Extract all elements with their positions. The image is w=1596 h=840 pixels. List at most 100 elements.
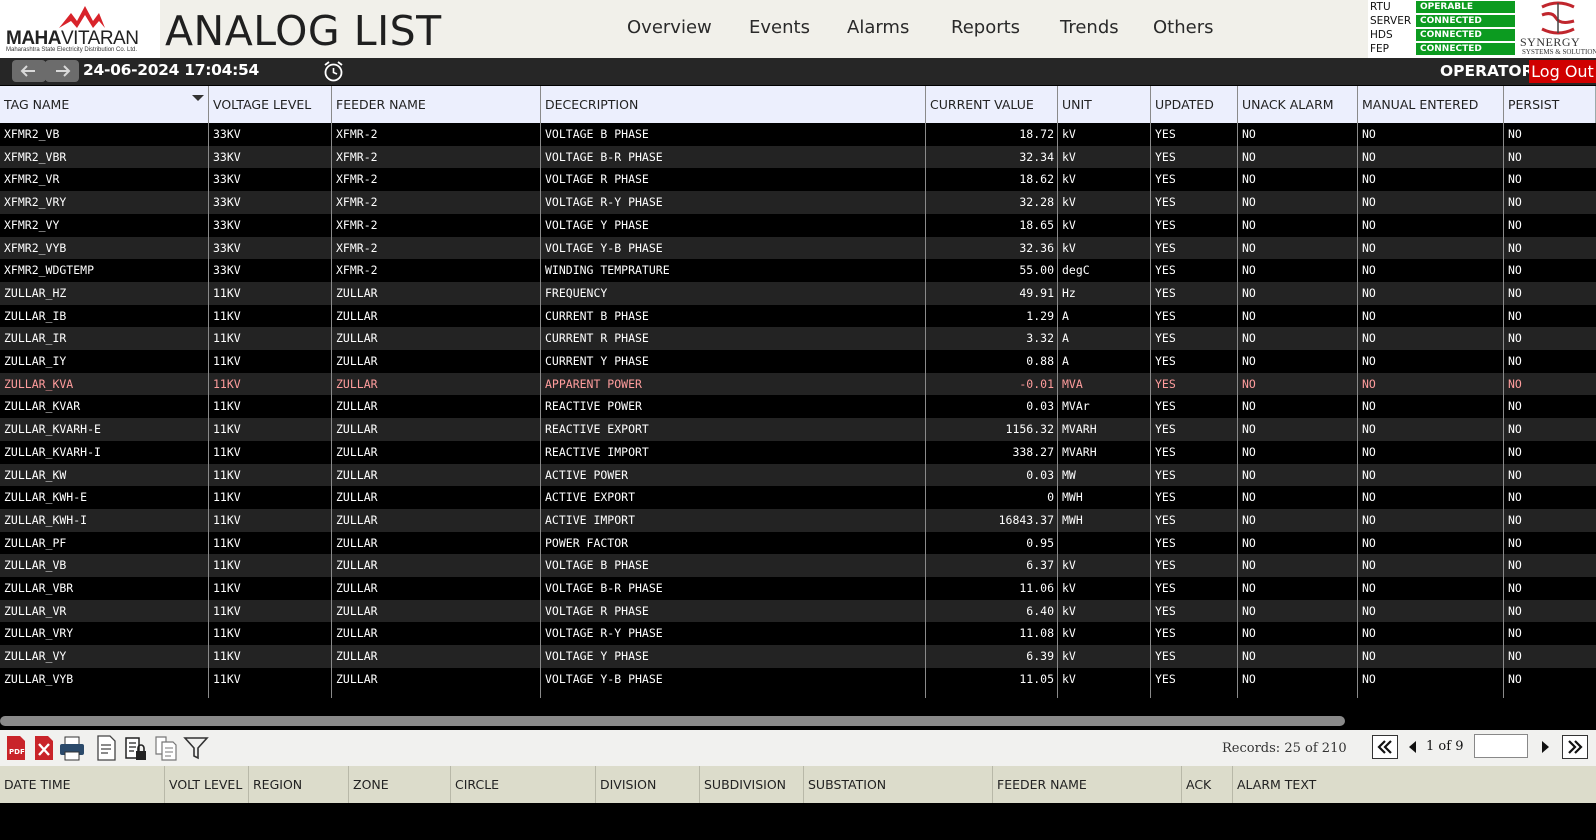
cell-unack-alarm: NO [1242, 444, 1256, 459]
cell-description: ACTIVE EXPORT [545, 490, 636, 505]
cell-unack-alarm: NO [1242, 217, 1256, 232]
header-col-persist[interactable]: PERSIST [1504, 86, 1596, 123]
cell-current-value: 32.36 [1019, 240, 1054, 255]
alarm-header-subdivision[interactable]: SUBDIVISION [700, 766, 804, 803]
report-icon[interactable] [92, 734, 120, 762]
alarm-header-ack[interactable]: ACK [1182, 766, 1233, 803]
header-col-unit[interactable]: UNIT [1058, 86, 1151, 123]
cell-feeder-name: ZULLAR [336, 308, 378, 323]
cell-current-value: 6.37 [1026, 558, 1054, 573]
cell-voltage-level: 33KV [213, 195, 241, 210]
cell-persist: NO [1508, 626, 1522, 641]
nav-others[interactable]: Others [1153, 17, 1214, 38]
cell-updated: YES [1155, 308, 1176, 323]
cell-updated: YES [1155, 671, 1176, 686]
cell-persist: NO [1508, 308, 1522, 323]
print-icon[interactable] [58, 734, 86, 762]
prev-page-button[interactable] [1400, 735, 1426, 759]
cell-unack-alarm: NO [1242, 376, 1256, 391]
horizontal-scrollbar[interactable] [0, 716, 1345, 726]
header-col-voltage-level[interactable]: VOLTAGE LEVEL [209, 86, 332, 123]
cell-tag-name: ZULLAR_KWH-I [4, 512, 88, 527]
first-page-button[interactable] [1372, 735, 1398, 759]
cell-tag-name: ZULLAR_VB [4, 558, 67, 573]
header-col-description[interactable]: DECECRIPTION [541, 86, 926, 123]
cell-updated: YES [1155, 649, 1176, 664]
header-col-current-value[interactable]: CURRENT VALUE [926, 86, 1058, 123]
alarm-header-substation[interactable]: SUBSTATION [804, 766, 993, 803]
excel-icon[interactable] [30, 734, 58, 762]
alarm-header-alarm-text[interactable]: ALARM TEXT [1233, 766, 1596, 803]
logout-button[interactable]: Log Out [1529, 60, 1596, 83]
cell-voltage-level: 11KV [213, 399, 241, 414]
cell-persist: NO [1508, 422, 1522, 437]
header-col-updated[interactable]: UPDATED [1151, 86, 1238, 123]
cell-unack-alarm: NO [1242, 581, 1256, 595]
page-number-input[interactable] [1474, 734, 1528, 758]
nav-reports[interactable]: Reports [951, 17, 1020, 38]
cell-updated: YES [1155, 444, 1176, 459]
sort-desc-icon[interactable] [192, 95, 204, 101]
cell-feeder-name: ZULLAR [336, 671, 378, 686]
cell-current-value: 18.65 [1019, 217, 1054, 232]
cell-voltage-level: 11KV [213, 603, 241, 618]
triangle-left-icon [1409, 741, 1416, 753]
cell-manual-entered: NO [1362, 149, 1376, 164]
alarm-header-division[interactable]: DIVISION [596, 766, 700, 803]
double-chevron-right-icon [1568, 740, 1583, 754]
lock-report-icon[interactable] [122, 734, 150, 762]
nav-overview[interactable]: Overview [627, 17, 712, 38]
copy-icon[interactable] [152, 734, 180, 762]
alarm-header-feeder-name[interactable]: FEEDER NAME [993, 766, 1182, 803]
cell-manual-entered: NO [1362, 240, 1376, 255]
last-page-button[interactable] [1562, 735, 1588, 759]
cell-unit: A [1062, 354, 1069, 368]
logo-brand-light: VITARAN [61, 28, 139, 49]
alarm-header-circle[interactable]: CIRCLE [451, 766, 596, 803]
cell-unack-alarm: NO [1242, 127, 1256, 141]
cell-manual-entered: NO [1362, 285, 1376, 300]
next-page-button[interactable] [1532, 735, 1558, 759]
cell-manual-entered: NO [1362, 467, 1376, 482]
cell-unack-alarm: NO [1242, 603, 1256, 618]
alarm-header-date-time[interactable]: DATE TIME [0, 766, 165, 803]
page-total: 9 [1455, 739, 1464, 754]
cell-unack-alarm: NO [1242, 467, 1256, 482]
cell-unit: kV [1062, 558, 1076, 573]
column-divider [331, 86, 332, 698]
column-divider [925, 86, 926, 698]
alarm-header-region[interactable]: REGION [249, 766, 349, 803]
cell-persist: NO [1508, 376, 1522, 391]
cell-tag-name: ZULLAR_VY [4, 649, 67, 664]
svg-text:PDF: PDF [9, 748, 25, 756]
page-indicator: 1 of 9 [1426, 735, 1463, 759]
filter-icon[interactable] [182, 734, 210, 762]
back-button[interactable] [12, 60, 46, 82]
cell-updated: YES [1155, 422, 1176, 437]
alarm-header-zone[interactable]: ZONE [349, 766, 451, 803]
status-server: SERVER CONNECTED [1368, 14, 1518, 28]
nav-trends[interactable]: Trends [1060, 17, 1119, 38]
page-current: 1 [1426, 739, 1435, 754]
logo-subtitle: Maharashtra State Electricity Distributi… [6, 47, 138, 53]
nav-events[interactable]: Events [749, 17, 810, 38]
cell-description: VOLTAGE R-Y PHASE [545, 626, 663, 641]
header-col-feeder-name[interactable]: FEEDER NAME [332, 86, 541, 123]
alarm-header-volt-level[interactable]: VOLT LEVEL [165, 766, 249, 803]
header-col-manual-entered[interactable]: MANUAL ENTERED [1358, 86, 1504, 123]
cell-updated: YES [1155, 127, 1176, 141]
alarm-clock-icon[interactable] [322, 60, 345, 83]
header-col-tag-name[interactable]: TAG NAME [0, 86, 209, 123]
cell-voltage-level: 11KV [213, 490, 241, 505]
cell-current-value: 338.27 [1012, 444, 1054, 459]
header-col-unack-alarm[interactable]: UNACK ALARM [1238, 86, 1358, 123]
cell-updated: YES [1155, 217, 1176, 232]
cell-current-value: 1156.32 [1005, 422, 1054, 437]
cell-persist: NO [1508, 240, 1522, 255]
cell-feeder-name: ZULLAR [336, 512, 378, 527]
cell-updated: YES [1155, 512, 1176, 527]
nav-alarms[interactable]: Alarms [847, 17, 909, 38]
forward-button[interactable] [45, 60, 79, 82]
cell-updated: YES [1155, 195, 1176, 210]
pdf-icon[interactable]: PDF [2, 734, 30, 762]
